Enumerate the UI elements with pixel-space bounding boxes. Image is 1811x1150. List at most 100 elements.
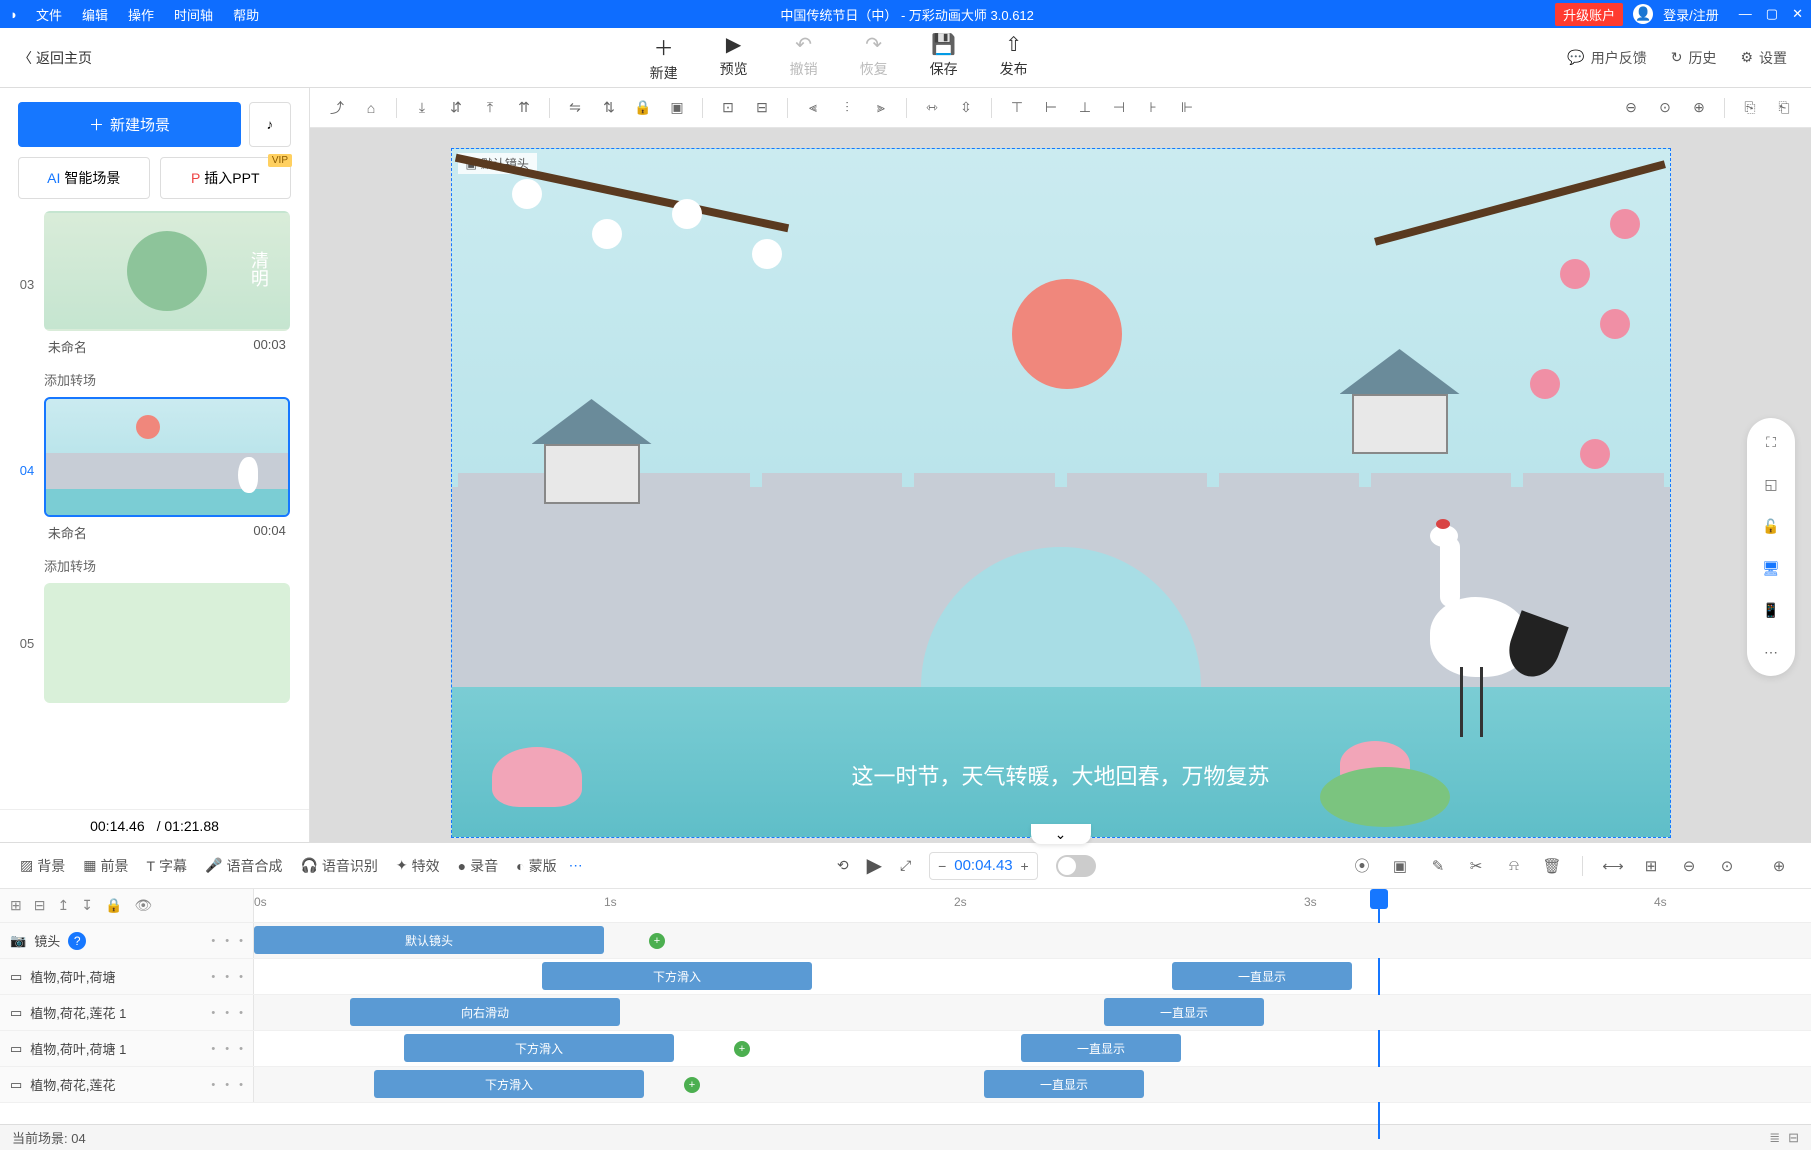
keyframe[interactable]: + [684,1077,700,1093]
toolbar-保存-button[interactable]: 💾保存 [930,32,958,83]
track-timeline[interactable]: 下方滑入一直显示+ [254,1067,1811,1102]
edit-icon[interactable]: ✎ [1426,854,1450,878]
valign-top-icon[interactable]: ⊤ [1004,95,1030,121]
track-lock-icon[interactable]: 🔒 [105,897,122,914]
track-dot-icon[interactable]: • [239,1079,243,1091]
insert-ppt-button[interactable]: P插入PPTVIP [160,157,292,199]
cut-icon[interactable]: ✂ [1464,854,1488,878]
home-icon[interactable]: ⌂ [358,95,384,121]
timeline-tab-字幕[interactable]: T字幕 [146,856,187,876]
align-bottom-icon[interactable]: ⤒ [477,95,503,121]
menu-operate[interactable]: 操作 [128,5,154,24]
scene-thumbnail[interactable] [44,583,290,703]
timeline-tab-前景[interactable]: ▦前景 [83,856,128,876]
track-dot-icon[interactable]: • [225,1043,229,1055]
mobile-icon[interactable]: 📱 [1759,598,1783,622]
timeline-clip[interactable]: 一直显示 [1104,998,1264,1026]
scene-item-05[interactable]: 05 [14,583,295,703]
copy-icon[interactable]: ⎘ [1737,95,1763,121]
timeline-clip[interactable]: 下方滑入 [374,1070,644,1098]
filter-icon[interactable]: ⍾ [1502,854,1526,878]
rewind-button[interactable]: ⟲ [837,857,849,874]
layers-icon[interactable]: ≣ [1769,1130,1780,1146]
collapse-handle[interactable]: ⌄ [1031,824,1091,844]
flip-h-icon[interactable]: ⇋ [562,95,588,121]
ungroup-icon[interactable]: ⊟ [749,95,775,121]
ai-scene-button[interactable]: AI智能场景 [18,157,150,199]
unlock-icon[interactable]: 🔓 [1759,514,1783,538]
collapse-icon[interactable]: ⊟ [1788,1130,1799,1146]
fit-icon[interactable]: ◱ [1759,472,1783,496]
canvas-stage[interactable]: ▣默认镜头 [451,148,1671,838]
menu-edit[interactable]: 编辑 [82,5,108,24]
close-button[interactable]: ✕ [1792,6,1803,22]
track-dot-icon[interactable]: • [225,971,229,983]
track-label[interactable]: 📷镜头?••• [0,923,254,958]
snap-icon[interactable]: ⊞ [1639,854,1663,878]
scene-thumbnail[interactable] [44,397,290,517]
zoom-fit-timeline-icon[interactable]: ⊙ [1715,854,1739,878]
timeline-clip[interactable]: 下方滑入 [542,962,812,990]
toolbar-发布-button[interactable]: ⇧发布 [1000,32,1028,83]
track-dot-icon[interactable]: • [239,1043,243,1055]
zoom-in-icon[interactable]: ⊕ [1686,95,1712,121]
feedback-button[interactable]: 💬用户反馈 [1567,48,1646,68]
distribute-h-icon[interactable]: ⇿ [919,95,945,121]
timeline-clip[interactable]: 一直显示 [1021,1034,1181,1062]
new-scene-button[interactable]: ＋新建场景 [18,102,241,147]
time-minus-button[interactable]: − [930,853,954,879]
play-button[interactable]: ▶ [867,853,882,878]
track-dot-icon[interactable]: • [225,935,229,947]
scene-item-04[interactable]: 04 未命名 00:04 [14,397,295,544]
more-icon[interactable]: ⋯ [1759,640,1783,664]
track-dot-icon[interactable]: • [225,1007,229,1019]
loop-toggle[interactable] [1056,855,1096,877]
timeline-tab-语音识别[interactable]: 🎧语音识别 [300,856,377,876]
align-top-icon[interactable]: ⤓ [409,95,435,121]
track-dot-icon[interactable]: • [211,971,215,983]
track-timeline[interactable]: 下方滑入一直显示+ [254,1031,1811,1066]
track-timeline[interactable]: 下方滑入一直显示 [254,959,1811,994]
range-icon[interactable]: ⟷ [1601,854,1625,878]
menu-file[interactable]: 文件 [36,5,62,24]
login-register-link[interactable]: 登录/注册 [1663,5,1719,24]
timeline-clip[interactable]: 向右滑动 [350,998,620,1026]
timeline-tab-录音[interactable]: ●录音 [458,856,498,876]
timeline-tab-蒙版[interactable]: ◐蒙版 [516,856,556,876]
keyframe[interactable]: + [734,1041,750,1057]
help-icon[interactable]: ? [68,932,86,950]
align-left-icon[interactable]: ⫷ [800,95,826,121]
trash-icon[interactable]: 🗑 [1540,854,1564,878]
distribute-v-icon[interactable]: ⇳ [953,95,979,121]
scene-thumbnail[interactable]: 清明 [44,211,290,331]
track-label[interactable]: ▭植物,荷叶,荷塘••• [0,959,254,994]
lock-icon[interactable]: 🔒 [630,95,656,121]
track-label[interactable]: ▭植物,荷花,莲花••• [0,1067,254,1102]
more-options-button[interactable]: ⋯ [569,857,583,874]
halign-right-icon[interactable]: ⊩ [1174,95,1200,121]
track-label[interactable]: ▭植物,荷叶,荷塘 1••• [0,1031,254,1066]
maximize-button[interactable]: ▢ [1766,6,1778,22]
align-vcenter-icon[interactable]: ⇵ [443,95,469,121]
camera-tool-icon[interactable]: ▣ [1388,854,1412,878]
bring-front-icon[interactable]: ↥ [57,897,69,914]
zoom-reset-icon[interactable]: ⊙ [1652,95,1678,121]
halign-left-icon[interactable]: ⊣ [1106,95,1132,121]
track-dot-icon[interactable]: • [211,935,215,947]
time-plus-button[interactable]: + [1013,853,1037,879]
fullscreen-icon[interactable]: ⛶ [1759,430,1783,454]
timeline-clip[interactable]: 默认镜头 [254,926,604,954]
back-home-button[interactable]: 〈 返回主页 [0,48,110,68]
desktop-icon[interactable]: 🖥 [1759,556,1783,580]
upgrade-account-button[interactable]: 升级账户 [1555,3,1623,26]
keyframe[interactable]: + [649,933,665,949]
track-dot-icon[interactable]: • [239,971,243,983]
track-label[interactable]: ▭植物,荷花,莲花 1••• [0,995,254,1030]
timeline-tab-背景[interactable]: ▨背景 [20,856,65,876]
menu-help[interactable]: 帮助 [233,5,259,24]
group-icon[interactable]: ⊡ [715,95,741,121]
align-right-icon[interactable]: ⫸ [868,95,894,121]
track-dot-icon[interactable]: • [211,1079,215,1091]
scene-item-03[interactable]: 03 清明 未命名 00:03 [14,211,295,358]
crop-icon[interactable]: ▣ [664,95,690,121]
